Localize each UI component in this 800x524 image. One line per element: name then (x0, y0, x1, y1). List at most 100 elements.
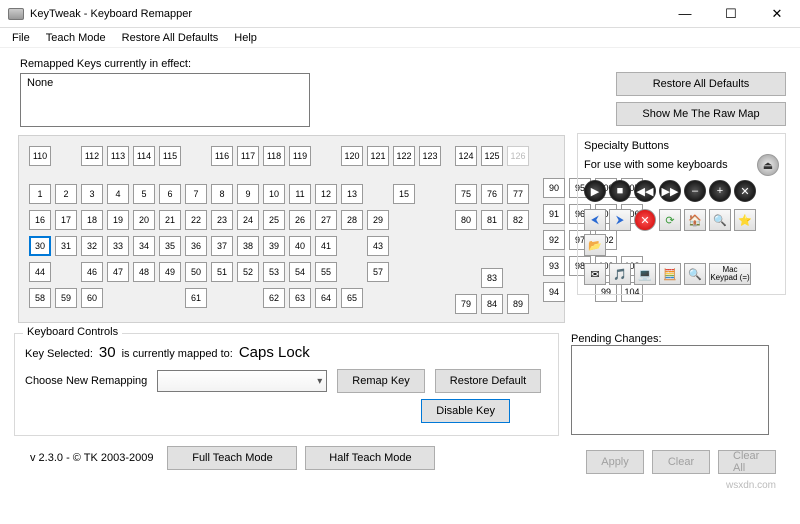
remap-key-button[interactable]: Remap Key (337, 369, 424, 393)
key-117[interactable]: 117 (237, 146, 259, 166)
key-57[interactable]: 57 (367, 262, 389, 282)
key-22[interactable]: 22 (185, 210, 207, 230)
key-110[interactable]: 110 (29, 146, 51, 166)
key-125[interactable]: 125 (481, 146, 503, 166)
browser-refresh-icon[interactable]: ⟳ (659, 209, 681, 231)
key-6[interactable]: 6 (159, 184, 181, 204)
key-62[interactable]: 62 (263, 288, 285, 308)
key-20[interactable]: 20 (133, 210, 155, 230)
key-55[interactable]: 55 (315, 262, 337, 282)
open-folder-icon[interactable]: 📂 (584, 234, 606, 256)
key-54[interactable]: 54 (289, 262, 311, 282)
key-119[interactable]: 119 (289, 146, 311, 166)
key-13[interactable]: 13 (341, 184, 363, 204)
key-30[interactable]: 30 (29, 236, 51, 256)
media-play-icon[interactable]: ▶ (584, 180, 606, 202)
key-58[interactable]: 58 (29, 288, 51, 308)
menu-file[interactable]: File (4, 30, 38, 46)
key-48[interactable]: 48 (133, 262, 155, 282)
menu-help[interactable]: Help (226, 30, 265, 46)
key-44[interactable]: 44 (29, 262, 51, 282)
browser-back-icon[interactable]: ⮜ (584, 209, 606, 231)
key-37[interactable]: 37 (211, 236, 233, 256)
media-next-icon[interactable]: ▶▶ (659, 180, 681, 202)
key-65[interactable]: 65 (341, 288, 363, 308)
key-46[interactable]: 46 (81, 262, 103, 282)
key-2[interactable]: 2 (55, 184, 77, 204)
key-93[interactable]: 93 (543, 256, 565, 276)
calculator-icon[interactable]: 🧮 (659, 263, 681, 285)
key-9[interactable]: 9 (237, 184, 259, 204)
mac-keypad-button[interactable]: Mac Keypad (=) (709, 263, 751, 285)
key-3[interactable]: 3 (81, 184, 103, 204)
key-23[interactable]: 23 (211, 210, 233, 230)
key-121[interactable]: 121 (367, 146, 389, 166)
apply-button[interactable]: Apply (586, 450, 644, 474)
key-4[interactable]: 4 (107, 184, 129, 204)
menu-teach-mode[interactable]: Teach Mode (38, 30, 114, 46)
restore-all-defaults-button[interactable]: Restore All Defaults (616, 72, 786, 96)
key-41[interactable]: 41 (315, 236, 337, 256)
remap-combo[interactable] (157, 370, 327, 392)
browser-stop-icon[interactable]: ✕ (634, 209, 656, 231)
key-79[interactable]: 79 (455, 294, 477, 314)
key-21[interactable]: 21 (159, 210, 181, 230)
key-33[interactable]: 33 (107, 236, 129, 256)
media-stop-icon[interactable]: ■ (609, 180, 631, 202)
browser-forward-icon[interactable]: ⮞ (609, 209, 631, 231)
key-47[interactable]: 47 (107, 262, 129, 282)
key-8[interactable]: 8 (211, 184, 233, 204)
key-83[interactable]: 83 (481, 268, 503, 288)
key-115[interactable]: 115 (159, 146, 181, 166)
search-pc-icon[interactable]: 🔍 (684, 263, 706, 285)
key-40[interactable]: 40 (289, 236, 311, 256)
key-39[interactable]: 39 (263, 236, 285, 256)
key-77[interactable]: 77 (507, 184, 529, 204)
media-vol-down-icon[interactable]: – (684, 180, 706, 202)
key-75[interactable]: 75 (455, 184, 477, 204)
key-25[interactable]: 25 (263, 210, 285, 230)
clear-all-button[interactable]: Clear All (718, 450, 776, 474)
key-34[interactable]: 34 (133, 236, 155, 256)
key-43[interactable]: 43 (367, 236, 389, 256)
key-112[interactable]: 112 (81, 146, 103, 166)
browser-search-icon[interactable]: 🔍 (709, 209, 731, 231)
key-91[interactable]: 91 (543, 204, 565, 224)
key-19[interactable]: 19 (107, 210, 129, 230)
browser-favorites-icon[interactable]: ⭐ (734, 209, 756, 231)
full-teach-mode-button[interactable]: Full Teach Mode (167, 446, 297, 470)
key-90[interactable]: 90 (543, 178, 565, 198)
key-124[interactable]: 124 (455, 146, 477, 166)
clear-button[interactable]: Clear (652, 450, 710, 474)
my-computer-icon[interactable]: 💻 (634, 263, 656, 285)
half-teach-mode-button[interactable]: Half Teach Mode (305, 446, 435, 470)
key-32[interactable]: 32 (81, 236, 103, 256)
key-31[interactable]: 31 (55, 236, 77, 256)
key-94[interactable]: 94 (543, 282, 565, 302)
key-122[interactable]: 122 (393, 146, 415, 166)
media-prev-icon[interactable]: ◀◀ (634, 180, 656, 202)
key-89[interactable]: 89 (507, 294, 529, 314)
key-52[interactable]: 52 (237, 262, 259, 282)
mail-icon[interactable]: ✉ (584, 263, 606, 285)
media-player-icon[interactable]: 🎵 (609, 263, 631, 285)
key-5[interactable]: 5 (133, 184, 155, 204)
media-vol-up-icon[interactable]: + (709, 180, 731, 202)
key-61[interactable]: 61 (185, 288, 207, 308)
key-26[interactable]: 26 (289, 210, 311, 230)
key-63[interactable]: 63 (289, 288, 311, 308)
key-51[interactable]: 51 (211, 262, 233, 282)
key-80[interactable]: 80 (455, 210, 477, 230)
key-1[interactable]: 1 (29, 184, 51, 204)
browser-home-icon[interactable]: 🏠 (684, 209, 706, 231)
close-button[interactable]: ✕ (754, 0, 800, 28)
key-82[interactable]: 82 (507, 210, 529, 230)
key-27[interactable]: 27 (315, 210, 337, 230)
key-64[interactable]: 64 (315, 288, 337, 308)
key-114[interactable]: 114 (133, 146, 155, 166)
key-123[interactable]: 123 (419, 146, 441, 166)
key-12[interactable]: 12 (315, 184, 337, 204)
eject-icon[interactable]: ⏏ (757, 154, 779, 176)
key-84[interactable]: 84 (481, 294, 503, 314)
key-16[interactable]: 16 (29, 210, 51, 230)
